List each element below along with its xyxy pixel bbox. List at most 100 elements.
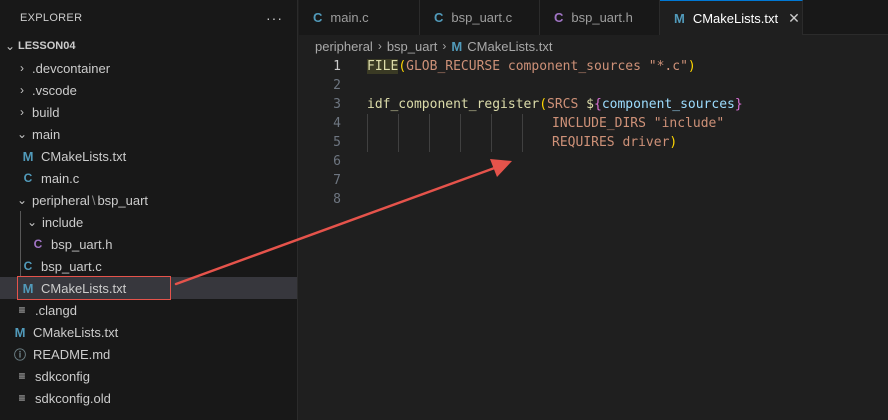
token-function: idf_component_register (367, 97, 540, 112)
indent-guide (491, 114, 492, 152)
code-line: 8 (299, 190, 888, 209)
file-tree: ⌄ LESSON04 › .devcontainer › .vscode › b… (0, 35, 297, 409)
info-icon: ⓘ (13, 347, 26, 362)
close-icon[interactable]: ✕ (788, 10, 800, 27)
cmake-file-icon: M (451, 38, 463, 54)
tree-item-label: CMakeLists.txt (41, 148, 127, 164)
text-file-icon: ≡ (18, 369, 26, 383)
tree-item-label: .devcontainer (32, 60, 111, 76)
line-number: 4 (333, 116, 341, 131)
tree-item-sdkconfig-old[interactable]: ≡ sdkconfig.old (0, 387, 297, 409)
explorer-title: EXPLORER (20, 12, 83, 24)
breadcrumb-item-file[interactable]: CMakeLists.txt (467, 39, 552, 54)
code-line: 1 FILE(GLOB_RECURSE component_sources "*… (299, 57, 888, 76)
indent-guide (20, 233, 21, 255)
code-line: 3 idf_component_register(SRCS ${componen… (299, 95, 888, 114)
chevron-right-icon: › (442, 39, 447, 53)
token-paren: ( (539, 97, 548, 112)
cmake-file-icon: M (22, 148, 34, 164)
token-keyword: SRCS (547, 97, 587, 112)
code-text: INCLUDE_DIRS "include" (552, 116, 725, 131)
breadcrumb-item-bsp-uart[interactable]: bsp_uart (387, 39, 438, 54)
chevron-down-icon: ⌄ (16, 127, 28, 141)
text-file-icon: ≡ (18, 303, 26, 317)
tree-item-label: include (42, 214, 84, 230)
tree-item-label: main (32, 126, 61, 142)
tree-item-label: build (32, 104, 60, 120)
tree-item-label: bsp_uart.c (41, 258, 102, 274)
more-actions-icon[interactable]: ··· (266, 10, 283, 26)
token-args: REQUIRES driver (552, 135, 670, 150)
tab-bsp-uart-c[interactable]: C bsp_uart.c (420, 0, 540, 35)
tree-item-bsp-uart-c[interactable]: C bsp_uart.c (0, 255, 297, 277)
indent-guide (367, 114, 368, 152)
chevron-down-icon: ⌄ (16, 193, 28, 207)
tab-main-c[interactable]: C main.c (299, 0, 420, 35)
token-function: FILE (367, 59, 399, 74)
tree-item-root-cmakelists[interactable]: M CMakeLists.txt (0, 321, 297, 343)
tab-label: main.c (330, 10, 369, 25)
token-paren: ) (669, 135, 678, 150)
code-editor[interactable]: 1 FILE ( GLOB_RECURSE component_sources "*… (299, 57, 888, 420)
tree-root-lesson04[interactable]: ⌄ LESSON04 (0, 35, 297, 57)
tree-item-main[interactable]: ⌄ main (0, 123, 297, 145)
tree-item-vscode[interactable]: › .vscode (0, 79, 297, 101)
tree-item-label: CMakeLists.txt (33, 324, 119, 340)
tree-item-main-cmakelists[interactable]: M CMakeLists.txt (0, 145, 297, 167)
tab-cmakelists[interactable]: M CMakeLists.txt ✕ (660, 0, 803, 35)
code-line: 2 (299, 76, 888, 95)
token-paren: ) (687, 59, 696, 74)
tree-item-bsp-uart-h[interactable]: C bsp_uart.h (0, 233, 297, 255)
tree-item-label: peripheral (32, 192, 90, 208)
tree-item-sdkconfig[interactable]: ≡ sdkconfig (0, 365, 297, 387)
token-dollar: $ (586, 97, 594, 112)
line-number: 3 (333, 97, 341, 112)
root-folder-label: LESSON04 (18, 40, 76, 52)
tree-item-label: main.c (41, 170, 80, 186)
tab-label: bsp_uart.h (571, 10, 633, 25)
tree-item-label: CMakeLists.txt (41, 280, 127, 296)
tree-item-main-c[interactable]: C main.c (0, 167, 297, 189)
tree-item-label: .vscode (32, 82, 77, 98)
tab-label: bsp_uart.c (451, 10, 513, 25)
tree-item-devcontainer[interactable]: › .devcontainer (0, 57, 297, 79)
token-args: GLOB_RECURSE component_sources (406, 59, 649, 74)
chevron-down-icon: ⌄ (26, 215, 38, 229)
code-text: idf_component_register(SRCS ${component_… (367, 95, 743, 114)
indent-guide (522, 114, 523, 152)
tab-bsp-uart-h[interactable]: C bsp_uart.h (540, 0, 660, 35)
c-file-icon: C (23, 171, 33, 185)
breadcrumb: peripheral › bsp_uart › M CMakeLists.txt (299, 35, 888, 57)
indent-guide (460, 114, 461, 152)
tree-item-readme[interactable]: ⓘ README.md (0, 343, 297, 365)
line-number: 1 (333, 59, 341, 74)
chevron-down-icon: ⌄ (4, 39, 16, 53)
tree-item-clangd[interactable]: ≡ .clangd (0, 299, 297, 321)
cmake-file-icon: M (22, 280, 34, 296)
indent-guide (429, 114, 430, 152)
cmake-file-icon: M (14, 324, 26, 340)
tree-item-peripheral-cmakelists[interactable]: M CMakeLists.txt (0, 277, 297, 299)
tab-label: CMakeLists.txt (692, 10, 779, 26)
line-number: 5 (333, 135, 341, 150)
breadcrumb-item-peripheral[interactable]: peripheral (315, 39, 373, 54)
code-line: 5 REQUIRES driver) (299, 133, 888, 152)
tree-item-label: sdkconfig.old (35, 390, 111, 406)
line-number: 2 (333, 78, 341, 93)
indent-guide (20, 211, 21, 233)
line-number: 7 (333, 173, 341, 188)
line-number: 8 (333, 192, 341, 207)
chevron-right-icon: › (20, 61, 24, 75)
chevron-right-icon: › (20, 105, 24, 119)
c-header-file-icon: C (554, 10, 564, 25)
explorer-sidebar: EXPLORER ··· ⌄ LESSON04 › .devcontainer … (0, 0, 298, 420)
indent-guide (398, 114, 399, 152)
tree-item-label: bsp_uart.h (51, 236, 113, 252)
c-header-file-icon: C (33, 237, 43, 251)
cmake-file-icon: M (674, 10, 685, 26)
text-file-icon: ≡ (18, 391, 26, 405)
tree-item-include[interactable]: ⌄ include (0, 211, 297, 233)
tree-item-build[interactable]: › build (0, 101, 297, 123)
token-string: "*.c" (648, 59, 688, 74)
tree-item-peripheral-bsp-uart[interactable]: ⌄ peripheral \ bsp_uart (0, 189, 297, 211)
